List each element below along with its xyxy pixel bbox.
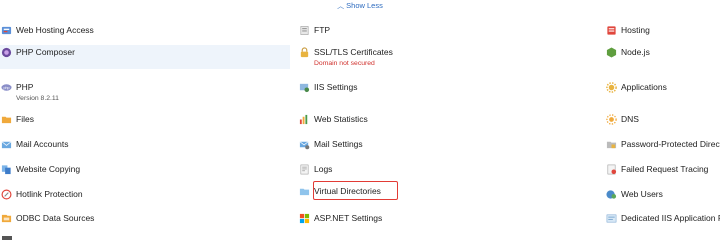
php-icon: php — [1, 82, 12, 93]
tool-label: Website Copying — [16, 164, 81, 174]
odbc-icon — [1, 213, 12, 224]
tool-label: Web Statistics — [314, 114, 368, 124]
php-composer-icon — [1, 47, 12, 58]
tool-logs[interactable]: Logs — [298, 162, 598, 186]
tools-column-3: Hosting Node.js Applications DNS Passwor… — [605, 0, 720, 240]
failed-request-icon — [606, 164, 617, 175]
aspnet-icon — [299, 213, 310, 224]
copy-icon — [1, 164, 12, 175]
mail-settings-icon — [299, 139, 310, 150]
tool-label: Failed Request Tracing — [621, 164, 709, 174]
tool-label: Mail Accounts — [16, 139, 69, 149]
tool-hosting[interactable]: Hosting — [605, 23, 720, 47]
dns-icon — [606, 114, 617, 125]
password-protected-icon — [606, 139, 617, 150]
php-version: Version 8.2.11 — [16, 95, 59, 102]
tool-web-statistics[interactable]: Web Statistics — [298, 112, 598, 136]
tool-label: FTP — [314, 25, 331, 35]
tool-label: ODBC Data Sources — [16, 213, 95, 223]
tool-label: Web Hosting Access — [16, 25, 94, 35]
tool-label: Hotlink Protection — [16, 189, 83, 199]
tool-iis-settings[interactable]: IIS Settings — [298, 80, 598, 104]
tool-label: Dedicated IIS Application Pool — [621, 213, 720, 223]
tool-label: DNS — [621, 114, 639, 124]
tool-label: Node.js — [621, 47, 650, 57]
tool-label: IIS Settings — [314, 82, 358, 92]
tool-label: Web Users — [621, 189, 663, 199]
applications-icon — [606, 82, 617, 93]
tool-label: PHP Composer — [16, 47, 75, 57]
tool-label: Virtual Directories — [314, 186, 381, 196]
tool-label: SSL/TLS Certificates — [314, 47, 393, 57]
tool-web-hosting-access[interactable]: Web Hosting Access — [0, 23, 290, 47]
virtual-directories-icon — [299, 186, 310, 197]
partial-row-icon — [0, 232, 18, 240]
tool-website-copying[interactable]: Website Copying — [0, 162, 290, 186]
hosting-icon — [606, 25, 617, 36]
tool-files[interactable]: Files — [0, 112, 290, 136]
tool-mail-accounts[interactable]: Mail Accounts — [0, 137, 290, 161]
tool-applications[interactable]: Applications — [605, 80, 720, 104]
tool-label: PHP — [16, 82, 34, 92]
mail-icon — [1, 139, 12, 150]
tool-label: Logs — [314, 164, 333, 174]
tool-php-composer[interactable]: PHP Composer — [0, 45, 290, 69]
tool-label: Files — [16, 114, 34, 124]
nodejs-icon — [606, 47, 617, 58]
tool-nodejs[interactable]: Node.js — [605, 45, 720, 69]
web-users-icon — [606, 189, 617, 200]
folder-icon — [1, 114, 12, 125]
tool-hotlink-protection[interactable]: Hotlink Protection — [0, 187, 290, 211]
tool-failed-request-tracing[interactable]: Failed Request Tracing — [605, 162, 720, 186]
logs-icon — [299, 164, 310, 175]
tools-column-1: Web Hosting Access PHP Composer php PHP V… — [0, 0, 290, 240]
lock-icon — [299, 47, 310, 58]
tool-php[interactable]: php PHP Version 8.2.11 — [0, 80, 290, 104]
hotlink-icon — [1, 189, 12, 200]
tool-dns[interactable]: DNS — [605, 112, 720, 136]
tool-virtual-directories[interactable]: Virtual Directories — [298, 184, 598, 208]
tool-label: Hosting — [621, 25, 650, 35]
ftp-icon — [299, 25, 310, 36]
tool-label: Mail Settings — [314, 139, 363, 149]
tool-label: Applications — [621, 82, 667, 92]
tool-odbc-data-sources[interactable]: ODBC Data Sources — [0, 211, 290, 235]
app-pool-icon — [606, 213, 617, 224]
statistics-icon — [299, 114, 310, 125]
tool-aspnet-settings[interactable]: ASP.NET Settings — [298, 211, 598, 235]
tool-web-users[interactable]: Web Users — [605, 187, 720, 211]
tool-ssl-tls-certificates[interactable]: SSL/TLS Certificates Domain not secured — [298, 45, 598, 69]
tools-column-2: FTP SSL/TLS Certificates Domain not secur… — [298, 0, 598, 240]
tool-ftp[interactable]: FTP — [298, 23, 598, 47]
tool-mail-settings[interactable]: Mail Settings — [298, 137, 598, 161]
tool-label: Password-Protected Directories — [621, 139, 720, 149]
tool-dedicated-iis-application-pool[interactable]: Dedicated IIS Application Pool — [605, 211, 720, 235]
web-hosting-access-icon — [1, 25, 12, 36]
ssl-status-warning: Domain not secured — [314, 60, 375, 67]
tool-label: ASP.NET Settings — [314, 213, 383, 223]
tool-password-protected-directories[interactable]: Password-Protected Directories — [605, 137, 720, 161]
svg-text:php: php — [3, 86, 9, 90]
iis-settings-icon — [299, 82, 310, 93]
